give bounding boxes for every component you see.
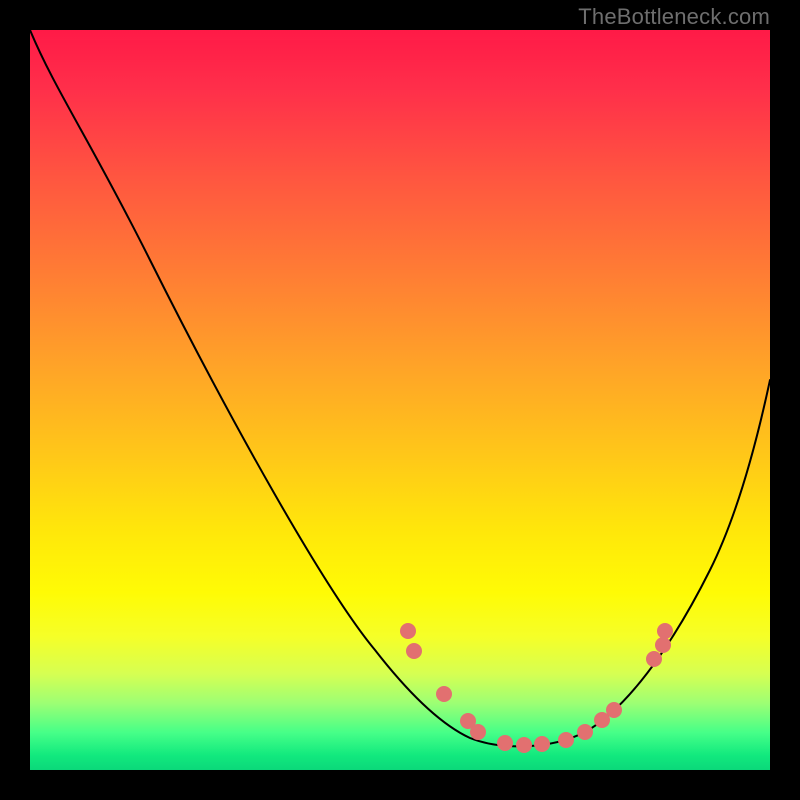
marker-dot: [470, 724, 486, 740]
marker-dot: [400, 623, 416, 639]
marker-dot: [577, 724, 593, 740]
marker-dot: [516, 737, 532, 753]
chart-plot-area: [30, 30, 770, 770]
marker-group: [400, 623, 673, 753]
marker-dot: [436, 686, 452, 702]
marker-dot: [657, 623, 673, 639]
marker-dot: [558, 732, 574, 748]
marker-dot: [534, 736, 550, 752]
marker-dot: [655, 637, 671, 653]
marker-dot: [646, 651, 662, 667]
chart-svg: [30, 30, 770, 770]
marker-dot: [497, 735, 513, 751]
attribution-text: TheBottleneck.com: [578, 4, 770, 30]
marker-dot: [406, 643, 422, 659]
marker-dot: [606, 702, 622, 718]
